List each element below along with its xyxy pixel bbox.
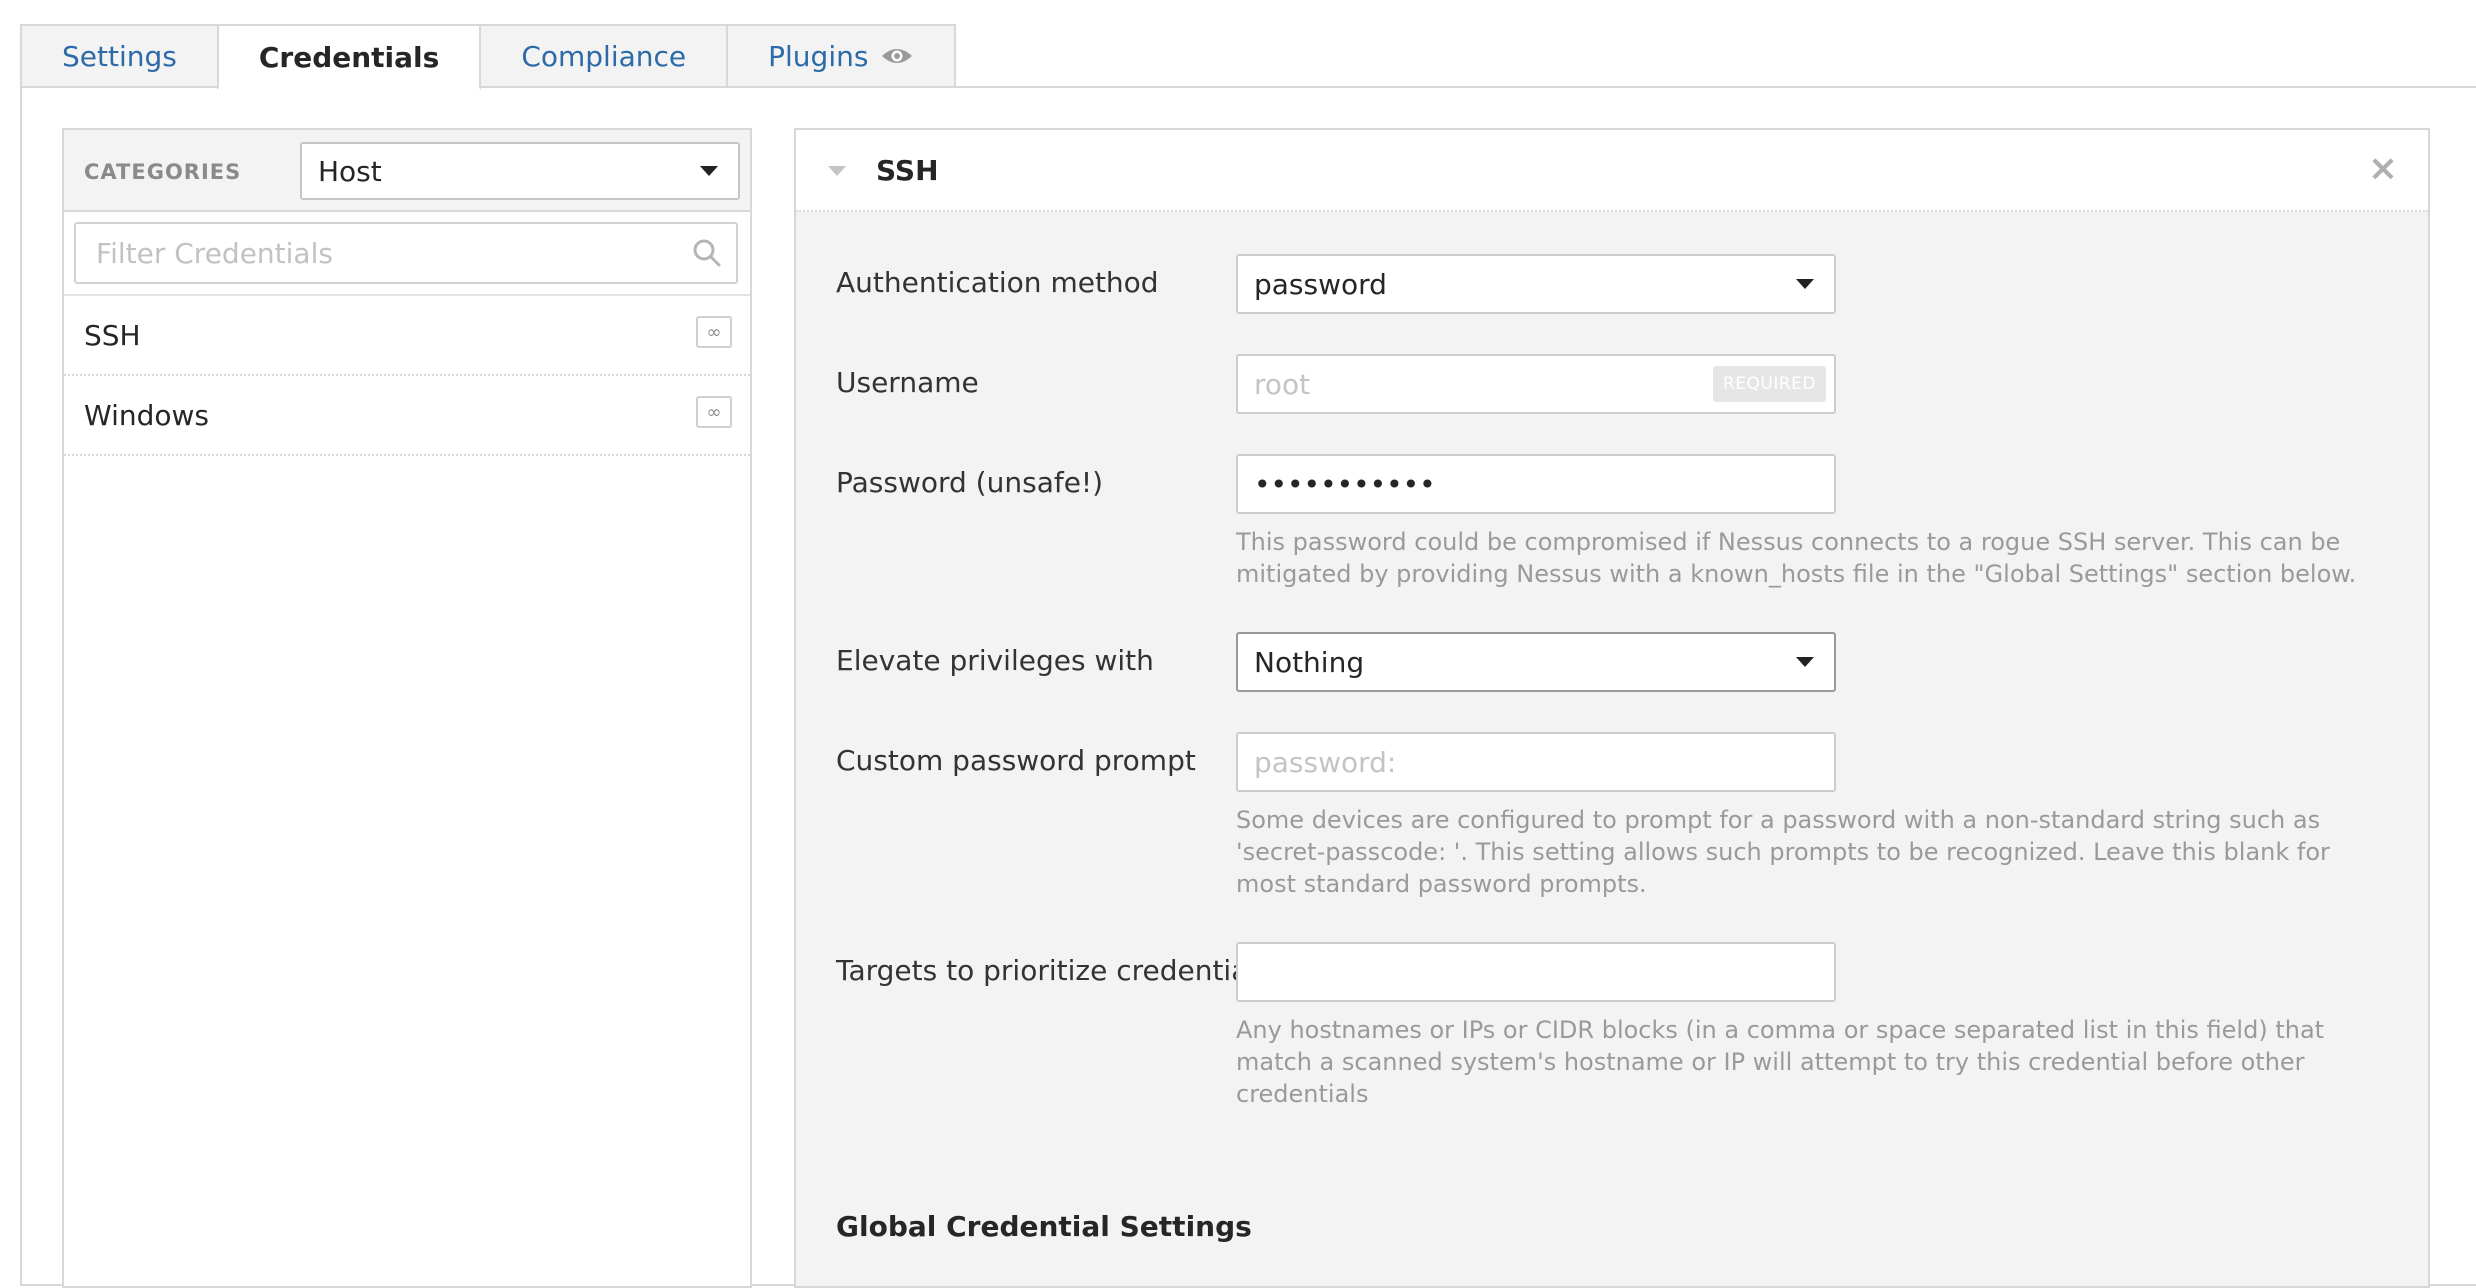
collapse-caret-icon[interactable] <box>828 166 846 176</box>
category-select[interactable]: Host <box>300 142 740 200</box>
credential-item-windows[interactable]: Windows ∞ <box>64 376 750 456</box>
tab-bar: Settings Credentials Compliance Plugins <box>20 24 957 90</box>
tab-label: Credentials <box>258 40 440 74</box>
filter-credentials-input[interactable]: Filter Credentials <box>74 222 738 284</box>
elevate-select[interactable]: Nothing <box>1236 632 1836 692</box>
chevron-down-icon <box>1796 657 1814 667</box>
global-settings-heading: Global Credential Settings <box>836 1210 1252 1243</box>
eye-icon <box>880 45 914 67</box>
tab-label: Compliance <box>521 39 687 73</box>
credentials-sidebar: CATEGORIES Host Filter Credentials SSH ∞… <box>62 128 752 1288</box>
tab-label: Settings <box>62 39 177 73</box>
ssh-credential-panel: SSH × Authentication method password Use… <box>794 128 2430 1288</box>
categories-label: CATEGORIES <box>84 160 242 184</box>
auth-method-select[interactable]: password <box>1236 254 1836 314</box>
auth-method-value: password <box>1254 267 1387 301</box>
custom-prompt-help-text: Some devices are configured to prompt fo… <box>1236 806 2330 898</box>
credential-item-ssh[interactable]: SSH ∞ <box>64 296 750 376</box>
tab-label: Plugins <box>768 39 869 73</box>
search-icon[interactable] <box>692 238 722 275</box>
custom-prompt-placeholder: password: <box>1254 745 1397 779</box>
password-input[interactable]: ••••••••••• <box>1236 454 1836 514</box>
password-value: ••••••••••• <box>1254 467 1436 501</box>
category-select-value: Host <box>318 154 382 188</box>
tab-plugins[interactable]: Plugins <box>726 24 957 86</box>
chevron-down-icon <box>700 166 718 176</box>
tab-compliance[interactable]: Compliance <box>479 24 729 86</box>
tab-settings[interactable]: Settings <box>20 24 219 86</box>
targets-label: Targets to prioritize credentials <box>836 954 1271 987</box>
username-input[interactable]: root REQUIRED <box>1236 354 1836 414</box>
custom-prompt-label: Custom password prompt <box>836 744 1196 777</box>
auth-method-label: Authentication method <box>836 266 1159 299</box>
required-badge: REQUIRED <box>1712 366 1826 402</box>
username-label: Username <box>836 366 979 399</box>
password-help-text: This password could be compromised if Ne… <box>1236 528 2357 588</box>
filter-row: Filter Credentials <box>64 212 750 296</box>
infinity-icon[interactable]: ∞ <box>696 316 732 348</box>
filter-placeholder: Filter Credentials <box>96 236 333 270</box>
targets-help-text: Any hostnames or IPs or CIDR blocks (in … <box>1236 1016 2325 1108</box>
elevate-value: Nothing <box>1254 645 1365 679</box>
custom-prompt-input[interactable]: password: <box>1236 732 1836 792</box>
username-placeholder: root <box>1254 367 1311 401</box>
infinity-icon[interactable]: ∞ <box>696 396 732 428</box>
categories-header: CATEGORIES Host <box>64 130 750 212</box>
close-icon[interactable]: × <box>2368 148 2398 189</box>
panel-header[interactable]: SSH × <box>796 130 2428 212</box>
elevate-label: Elevate privileges with <box>836 644 1154 677</box>
chevron-down-icon <box>1796 279 1814 289</box>
panel-title: SSH <box>876 154 939 187</box>
targets-input[interactable] <box>1236 942 1836 1002</box>
password-label: Password (unsafe!) <box>836 466 1104 499</box>
credential-item-label: SSH <box>84 318 141 352</box>
credential-item-label: Windows <box>84 398 209 432</box>
tab-credentials[interactable]: Credentials <box>216 24 482 90</box>
